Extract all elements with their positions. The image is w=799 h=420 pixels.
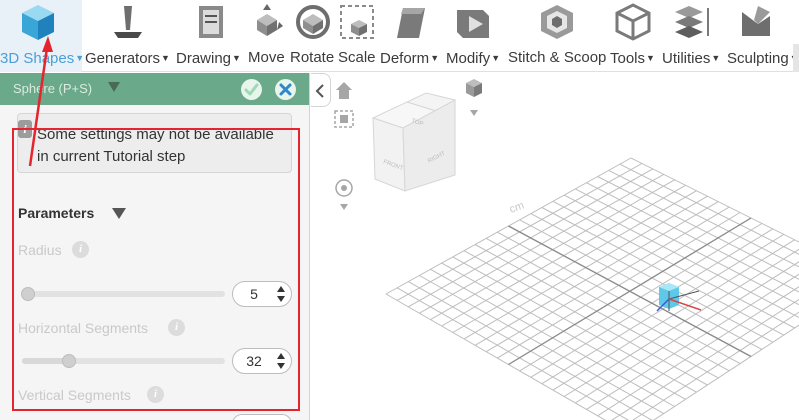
horizontal-segments-value[interactable]: 32: [233, 353, 275, 369]
horizontal-segments-slider[interactable]: [22, 354, 225, 368]
sculpting-icon: [742, 6, 770, 36]
tools-icon: [615, 3, 651, 41]
close-icon: [279, 83, 292, 96]
scale-icon: [340, 5, 374, 39]
vertical-segments-info-icon[interactable]: i: [147, 386, 164, 403]
ground-grid: [385, 157, 799, 420]
parameters-collapse-icon[interactable]: [112, 208, 126, 219]
modify-label: Modify▼: [446, 50, 501, 67]
horizontal-segments-label: Horizontal Segments: [18, 320, 148, 336]
scale-label: Scale: [338, 49, 376, 66]
scale-button[interactable]: Scale: [337, 0, 379, 72]
info-icon: i: [18, 120, 32, 138]
grid-scale-label: cm: [508, 200, 526, 216]
drawing-menu[interactable]: Drawing▼: [175, 0, 245, 72]
grid-line: [575, 261, 799, 404]
radius-label: Radius: [18, 242, 62, 258]
move-icon: [257, 4, 283, 36]
cube-icon: [22, 5, 54, 40]
increment-icon[interactable]: [277, 286, 285, 292]
parameters-heading: Parameters: [18, 205, 95, 221]
drawing-icon: [199, 6, 223, 38]
main-toolbar: 3D Shapes▼ Generators▼ Drawing▼ Move Rot…: [0, 0, 799, 72]
vertical-segments-stepper[interactable]: [232, 414, 292, 420]
radius-info-icon[interactable]: i: [72, 241, 89, 258]
generator-icon: [114, 6, 142, 38]
radius-stepper[interactable]: 5: [232, 281, 292, 307]
view-cube[interactable]: TOP FRONT RIGHT: [371, 92, 457, 192]
toolbar-scroll-right-icon[interactable]: [791, 44, 799, 72]
grid-line: [619, 163, 799, 255]
drawing-label: Drawing▼: [176, 50, 241, 67]
home-view-icon[interactable]: [336, 82, 352, 99]
stitch-scoop-icon: [541, 5, 573, 39]
sphere-object[interactable]: [656, 283, 702, 312]
orbit-icon[interactable]: [335, 179, 353, 210]
radius-slider[interactable]: [21, 287, 225, 301]
scene-canvas: TOP FRONT RIGHT cm: [334, 79, 799, 420]
grid-line: [563, 248, 799, 397]
cancel-button[interactable]: [275, 79, 296, 100]
modify-icon: [457, 10, 489, 38]
sculpting-label: Sculpting▼: [727, 50, 799, 67]
radius-slider-thumb[interactable]: [21, 287, 36, 301]
accept-button[interactable]: [241, 79, 262, 100]
generators-label: Generators▼: [85, 50, 170, 67]
3d-shapes-label: 3D Shapes▼: [0, 50, 85, 67]
stitch-scoop-label: Stitch & Scoop: [508, 49, 607, 66]
horizontal-segments-stepper[interactable]: 32: [232, 348, 292, 374]
move-button[interactable]: Move: [247, 0, 289, 72]
horizontal-segments-info-icon[interactable]: i: [168, 319, 185, 336]
3d-shapes-menu[interactable]: 3D Shapes▼: [0, 0, 85, 72]
perspective-toggle-icon[interactable]: [466, 79, 482, 116]
tools-menu[interactable]: Tools▼: [609, 0, 659, 72]
3d-viewport[interactable]: TOP FRONT RIGHT cm: [311, 73, 799, 420]
tools-label: Tools▼: [610, 50, 655, 67]
deform-menu[interactable]: Deform▼: [379, 0, 443, 72]
stitch-scoop-button[interactable]: Stitch & Scoop: [507, 0, 607, 72]
rotate-icon: [296, 5, 330, 39]
shape-settings-panel: Sphere (P+S) i Some settings may not be …: [0, 73, 310, 420]
grid-line: [563, 194, 799, 318]
utilities-icon: [675, 6, 709, 38]
checkmark-icon: [244, 83, 259, 96]
horizontal-segments-slider-thumb[interactable]: [61, 354, 76, 368]
rotate-button[interactable]: Rotate: [289, 0, 337, 72]
panel-header: Sphere (P+S): [0, 73, 309, 105]
move-label: Move: [248, 49, 285, 66]
vertical-segments-label: Vertical Segments: [18, 387, 131, 403]
modify-menu[interactable]: Modify▼: [445, 0, 505, 72]
tutorial-notice: i Some settings may not be available in …: [17, 113, 292, 173]
tutorial-notice-text: Some settings may not be available in cu…: [37, 126, 274, 165]
decrement-icon[interactable]: [277, 363, 285, 369]
increment-icon[interactable]: [277, 353, 285, 359]
deform-icon: [397, 8, 425, 38]
sculpting-menu[interactable]: Sculpting▼: [726, 0, 799, 72]
utilities-label: Utilities▼: [662, 50, 721, 67]
utilities-menu[interactable]: Utilities▼: [661, 0, 723, 72]
deform-label: Deform▼: [380, 50, 440, 67]
generators-menu[interactable]: Generators▼: [84, 0, 172, 72]
panel-menu-chevron-icon[interactable]: [108, 82, 120, 92]
radius-value[interactable]: 5: [233, 286, 275, 302]
panel-title: Sphere (P+S): [13, 81, 93, 96]
decrement-icon[interactable]: [277, 296, 285, 302]
fit-view-icon[interactable]: [334, 110, 354, 128]
rotate-label: Rotate: [290, 49, 335, 66]
